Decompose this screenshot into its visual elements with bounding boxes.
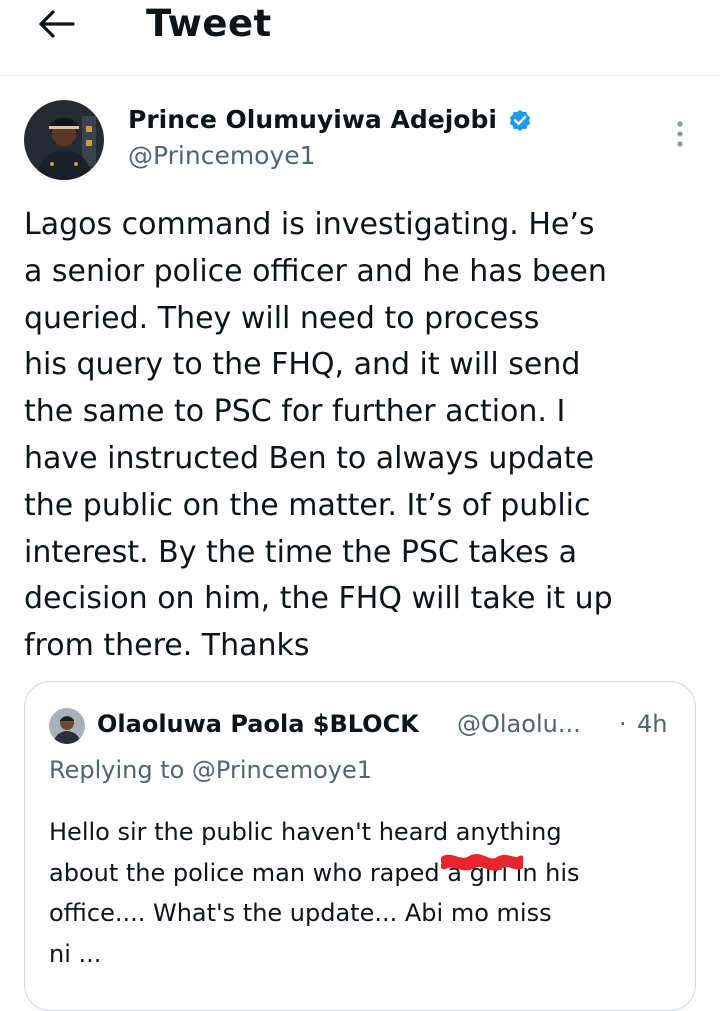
author-avatar-image [24, 100, 104, 180]
page-title: Tweet [146, 2, 272, 45]
vertical-ellipsis-icon [677, 121, 683, 147]
arrow-left-icon [39, 10, 75, 38]
quoted-tweet-text: Hello sir the public haven't heard anyth… [49, 818, 580, 968]
back-button[interactable] [30, 2, 82, 46]
quoted-timestamp: 4h [637, 710, 668, 738]
author-name[interactable]: Prince Olumuyiwa Adejobi [128, 102, 533, 138]
author-name-text: Prince Olumuyiwa Adejobi [128, 105, 497, 134]
more-options-button[interactable] [664, 114, 696, 154]
quoted-author-avatar [49, 708, 85, 744]
replying-to-label: Replying to @Princemoye1 [49, 756, 372, 784]
quoted-author-handle: @Olaolu... [457, 710, 581, 738]
tweet-text: Lagos command is investigating. He’s a s… [24, 207, 613, 664]
author-avatar[interactable] [24, 100, 104, 180]
quoted-author-name: Olaoluwa Paola $BLOCK [97, 710, 419, 738]
meta-separator: · [619, 710, 627, 738]
top-app-bar: Tweet [0, 0, 720, 76]
quoted-avatar-image [49, 708, 85, 744]
verified-badge-icon [507, 107, 533, 133]
author-handle[interactable]: @Princemoye1 [128, 138, 316, 174]
quoted-tweet-card[interactable]: Olaoluwa Paola $BLOCK @Olaolu... · 4h Re… [24, 681, 696, 1011]
